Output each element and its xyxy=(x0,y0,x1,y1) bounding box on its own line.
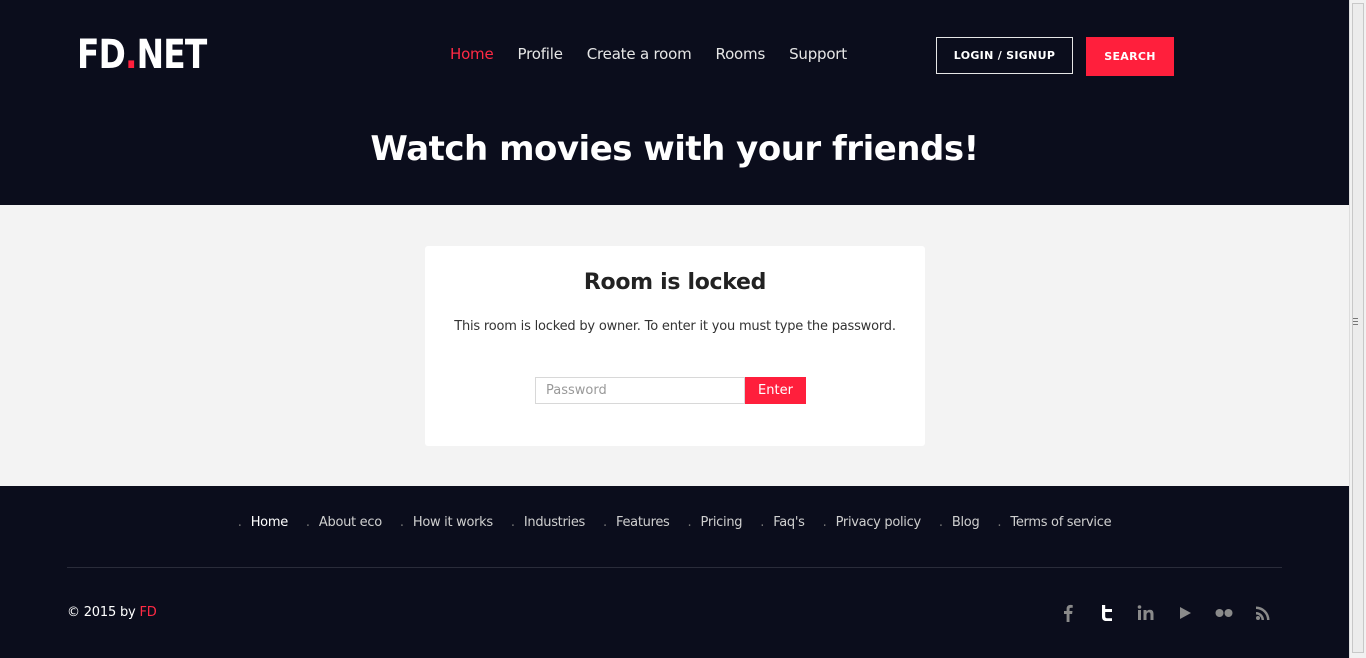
linkedin-icon[interactable] xyxy=(1136,602,1156,624)
footer-link-about[interactable]: About eco xyxy=(306,515,382,530)
logo-text-right: NET xyxy=(136,32,208,78)
facebook-icon[interactable] xyxy=(1058,602,1078,624)
twitter-icon[interactable] xyxy=(1097,602,1117,624)
footer-link-faqs[interactable]: Faq's xyxy=(760,515,805,530)
logo-text-left: FD xyxy=(77,32,126,78)
footer-link-industries[interactable]: Industries xyxy=(511,515,585,530)
footer-link-terms[interactable]: Terms of service xyxy=(997,515,1111,530)
hero-tagline: Watch movies with your friends! xyxy=(370,129,979,169)
room-locked-card: Room is locked This room is locked by ow… xyxy=(425,246,925,446)
login-signup-button[interactable]: LOGIN / SIGNUP xyxy=(936,37,1073,74)
copyright-brand-link[interactable]: FD xyxy=(139,605,156,620)
room-locked-title: Room is locked xyxy=(583,270,767,295)
flickr-icon[interactable] xyxy=(1214,602,1234,624)
rss-icon[interactable] xyxy=(1253,602,1273,624)
footer-nav: Home About eco How it works Industries F… xyxy=(0,515,1349,530)
nav-home[interactable]: Home xyxy=(450,43,494,65)
footer-link-how-it-works[interactable]: How it works xyxy=(400,515,493,530)
site-logo[interactable]: FD.NET xyxy=(77,32,208,78)
enter-button[interactable]: Enter xyxy=(745,377,806,404)
youtube-icon[interactable] xyxy=(1175,602,1195,624)
page: FD.NET Home Profile Create a room Rooms … xyxy=(0,0,1349,658)
copyright-text: © 2015 by xyxy=(67,605,140,620)
password-input[interactable] xyxy=(535,377,745,404)
nav-profile[interactable]: Profile xyxy=(518,43,563,65)
footer-divider xyxy=(67,567,1282,568)
footer-link-pricing[interactable]: Pricing xyxy=(688,515,743,530)
scrollbar-grip-icon xyxy=(1353,318,1358,325)
main-nav: Home Profile Create a room Rooms Support xyxy=(450,43,871,65)
copyright: © 2015 by FD xyxy=(67,605,157,620)
site-header: FD.NET Home Profile Create a room Rooms … xyxy=(0,0,1349,205)
footer-link-features[interactable]: Features xyxy=(603,515,670,530)
footer-link-blog[interactable]: Blog xyxy=(939,515,980,530)
footer-link-home[interactable]: Home xyxy=(238,515,289,530)
nav-create-room[interactable]: Create a room xyxy=(587,43,692,65)
scrollbar-thumb[interactable] xyxy=(1352,3,1364,653)
social-links xyxy=(1058,602,1292,624)
nav-rooms[interactable]: Rooms xyxy=(716,43,766,65)
logo-dot: . xyxy=(124,32,137,78)
nav-support[interactable]: Support xyxy=(789,43,847,65)
vertical-scrollbar[interactable] xyxy=(1349,0,1366,658)
search-button[interactable]: SEARCH xyxy=(1086,37,1174,76)
site-footer: Home About eco How it works Industries F… xyxy=(0,486,1349,658)
room-locked-message: This room is locked by owner. To enter i… xyxy=(454,319,896,334)
footer-link-privacy[interactable]: Privacy policy xyxy=(823,515,922,530)
